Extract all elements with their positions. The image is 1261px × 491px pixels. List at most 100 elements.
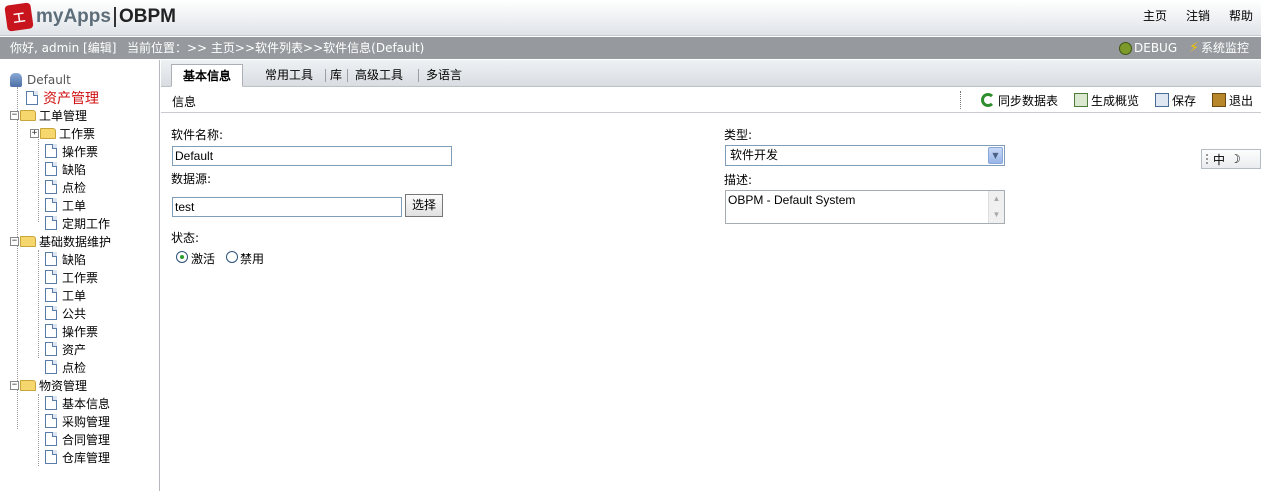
breadcrumb: 当前位置：>> 主页>>软件列表>>软件信息(Default) [127, 41, 425, 55]
exit-icon [1211, 93, 1226, 107]
tree-item[interactable]: 工单 [45, 286, 86, 304]
tree-label: 点检 [62, 180, 87, 195]
tree-item[interactable]: 仓库管理 [45, 448, 110, 466]
tree-item-work-ticket[interactable]: + 工作票 [30, 124, 95, 142]
tree-item[interactable]: 合同管理 [45, 430, 110, 448]
tree-label: 操作票 [62, 144, 99, 159]
tree-item[interactable]: 定期工作 [45, 214, 110, 232]
page-icon [45, 252, 57, 266]
moon-icon[interactable]: ☽ [1230, 152, 1241, 166]
sync-icon [980, 93, 995, 107]
home-link[interactable]: 主页 [1143, 7, 1167, 24]
tree-label: 公共 [62, 306, 87, 321]
tree-item[interactable]: 操作票 [45, 322, 98, 340]
page-icon [45, 360, 57, 374]
select-datasource-button[interactable]: 选择 [405, 194, 443, 217]
description-scrollbar[interactable]: ▲ ▼ [988, 191, 1004, 223]
tree-item[interactable]: 操作票 [45, 142, 98, 160]
system-icon [10, 73, 22, 87]
tree-item-basic-data[interactable]: − 基础数据维护 [10, 232, 111, 250]
overview-icon [1073, 93, 1088, 107]
tree-label: 采购管理 [62, 414, 111, 429]
exit-button[interactable]: 退出 [1211, 92, 1253, 109]
tree-item-material-management[interactable]: − 物资管理 [10, 376, 87, 394]
user-greeting[interactable]: 你好, admin [编辑] [10, 37, 116, 59]
software-name-label: 软件名称: [171, 128, 224, 142]
toolbar-grip [959, 91, 961, 109]
type-select[interactable]: 软件开发 ▼ [725, 145, 1005, 166]
logo-product-text: OBPM [118, 6, 176, 27]
top-header: 工 myApps OBPM 主页 注销 帮助 [0, 0, 1261, 36]
tree-label: 工作票 [62, 270, 99, 285]
generate-overview-button[interactable]: 生成概览 [1073, 92, 1139, 109]
save-button[interactable]: 保存 [1154, 92, 1196, 109]
logo-separator [113, 7, 116, 27]
scroll-up-icon[interactable]: ▲ [989, 191, 1004, 207]
app-logo: 工 myApps OBPM [4, 2, 176, 32]
page-icon [26, 91, 38, 105]
tree-item-work-order-management[interactable]: − 工单管理 [10, 106, 87, 124]
tree-item-asset-management[interactable]: 资产管理 [26, 89, 99, 107]
chevron-down-icon[interactable]: ▼ [988, 147, 1003, 164]
datasource-input[interactable]: test [172, 197, 402, 217]
tree-item[interactable]: 工单 [45, 196, 86, 214]
tree-guide-line [38, 250, 39, 358]
tab-basic-info[interactable]: 基本信息 [171, 64, 244, 87]
tree-guide-line [38, 132, 39, 222]
scroll-down-icon[interactable]: ▼ [989, 207, 1004, 223]
tree-item[interactable]: 点检 [45, 178, 86, 196]
system-monitor-button[interactable]: ⚡ 系统监控 [1189, 37, 1249, 59]
sync-tables-button[interactable]: 同步数据表 [980, 92, 1058, 109]
ime-mode-button[interactable]: 中 [1213, 151, 1225, 168]
tree-item[interactable]: 基本信息 [45, 394, 110, 412]
page-icon [45, 180, 57, 194]
tree-item[interactable]: 公共 [45, 304, 86, 322]
bug-icon [1119, 41, 1132, 55]
tree-item[interactable]: 点检 [45, 358, 86, 376]
tree-item-default[interactable]: Default [10, 71, 71, 89]
type-label: 类型: [724, 128, 753, 142]
expand-icon[interactable]: + [30, 128, 39, 138]
tree-item[interactable]: 工作票 [45, 268, 98, 286]
collapse-icon[interactable]: − [10, 236, 19, 246]
save-label: 保存 [1171, 93, 1196, 108]
description-textarea[interactable]: OBPM - Default System ▲ ▼ [725, 190, 1005, 224]
status-disabled-radio[interactable] [226, 251, 238, 263]
tab-multi-language[interactable]: 多语言 [422, 64, 466, 87]
description-text: OBPM - Default System [728, 193, 856, 207]
tab-common-tools[interactable]: 常用工具 [261, 64, 317, 87]
tree-item[interactable]: 资产 [45, 340, 86, 358]
tree-label: 物资管理 [39, 378, 88, 393]
logo-apps-text: myApps [36, 6, 111, 27]
page-icon [45, 288, 57, 302]
tree-label: 工单 [62, 288, 87, 303]
tab-bar: 基本信息 常用工具 库 高级工具 多语言 [161, 60, 1261, 87]
tab-separator [347, 69, 348, 82]
top-links: 主页 注销 帮助 [1143, 7, 1253, 24]
collapse-icon[interactable]: − [10, 380, 19, 390]
debug-button[interactable]: DEBUG [1119, 37, 1177, 59]
logout-link[interactable]: 注销 [1186, 7, 1210, 24]
info-bar: 你好, admin [编辑] 当前位置：>> 主页>>软件列表>>软件信息(De… [0, 37, 1261, 59]
collapse-icon[interactable]: − [10, 110, 19, 120]
page-icon [45, 414, 57, 428]
tab-library[interactable]: 库 [326, 64, 346, 87]
generate-overview-label: 生成概览 [1090, 93, 1139, 108]
status-active-radio[interactable] [176, 251, 188, 263]
tree-item[interactable]: 缺陷 [45, 160, 86, 178]
datasource-label: 数据源: [171, 172, 212, 186]
tree-item[interactable]: 缺陷 [45, 250, 86, 268]
tree-label: 操作票 [62, 324, 99, 339]
page-icon [45, 162, 57, 176]
help-link[interactable]: 帮助 [1229, 7, 1253, 24]
tree-item[interactable]: 采购管理 [45, 412, 110, 430]
status-label: 状态: [171, 231, 200, 245]
tree-label: 资产 [62, 342, 87, 357]
debug-label: DEBUG [1134, 41, 1178, 55]
ime-grip[interactable] [1206, 154, 1208, 164]
software-name-input[interactable]: Default [172, 146, 452, 166]
ime-toolbar: 中 ☽ [1201, 149, 1261, 169]
toolbar: 信息 同步数据表 生成概览 保存 退出 [161, 87, 1261, 113]
folder-icon [20, 235, 36, 247]
tab-advanced-tools[interactable]: 高级工具 [351, 64, 407, 87]
